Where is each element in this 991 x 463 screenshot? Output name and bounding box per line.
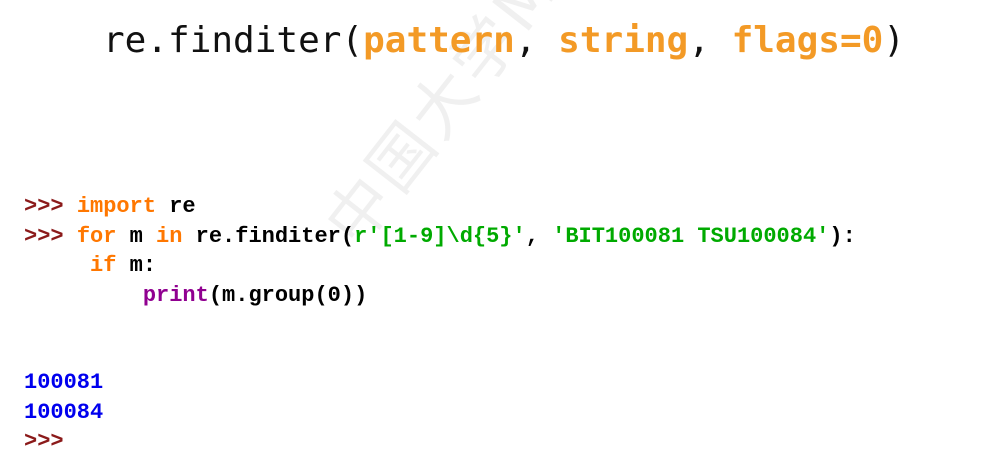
argument-separator: , [525,223,553,249]
code-block: >>> import re >>> for m in re.finditer(r'… [24,192,856,310]
signature-param-pattern: pattern [363,20,515,61]
signature-param-flags: flags=0 [731,20,884,61]
code-line-import: >>> import re [24,192,856,222]
signature-func: re.finditer( [103,20,364,61]
string-argument: 'BIT100081 TSU100084' [552,223,830,249]
keyword-if: if [90,253,117,278]
output-line: 100081 [24,370,104,395]
output-line: 100084 [24,399,104,425]
repl-prompt: >>> [24,223,64,249]
keyword-for: for [76,223,117,249]
signature-close: ) [883,20,905,61]
output-block: 100081 100084 >>> [24,368,103,457]
signature-sep-1: , [514,20,559,61]
if-condition: m: [116,253,157,278]
finditer-call: re.finditer( [182,223,355,249]
code-line-if: if m: [24,251,856,281]
repl-prompt: >>> [24,194,64,219]
repl-prompt-final: >>> [24,429,64,454]
slide: 中国大学MOOC网络爬虫与信息提取 re.finditer(pattern, s… [0,0,991,463]
loop-variable: m [116,223,157,249]
module-name: re [156,194,196,219]
function-signature: re.finditer(pattern, string, flags=0) [103,14,905,68]
signature-sep-2: , [688,20,732,61]
keyword-in: in [156,223,183,249]
keyword-import: import [76,194,157,219]
signature-param-string: string [558,20,689,61]
pattern-argument: r'[1-9]\d{5}' [354,223,526,249]
print-argument: (m.group(0)) [208,282,368,308]
code-line-print: print(m.group(0)) [24,281,856,311]
call-end: ): [829,223,856,249]
builtin-print: print [142,282,209,308]
code-line-for: >>> for m in re.finditer(r'[1-9]\d{5}', … [24,222,856,252]
